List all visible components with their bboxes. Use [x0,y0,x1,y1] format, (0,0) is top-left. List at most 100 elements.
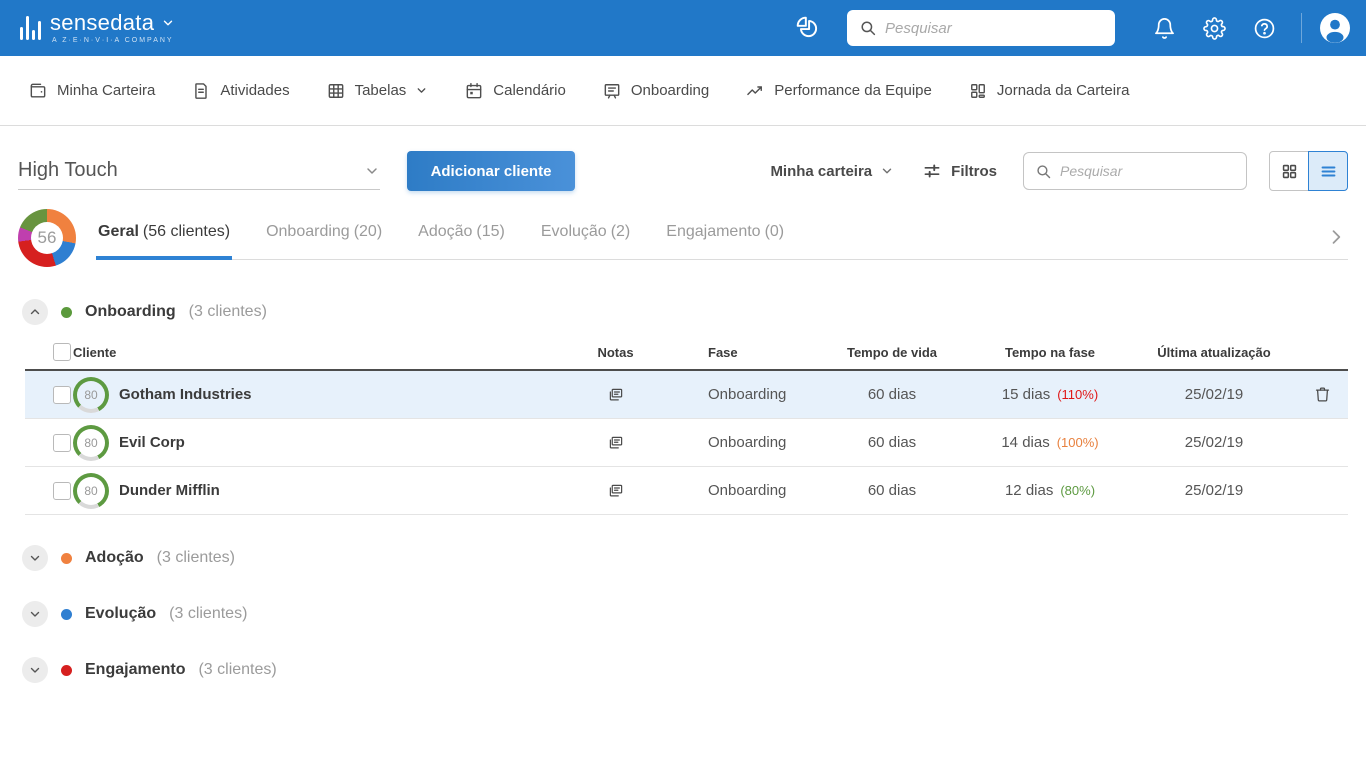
tab-geral[interactable]: Geral (56 clientes) [96,217,233,260]
donut-total: 56 [37,228,57,247]
table-row[interactable]: 80 Gotham Industries Onboarding 60 dias … [25,371,1348,419]
chevron-down-icon [417,88,426,93]
table-row[interactable]: 80 Dunder Mifflin Onboarding 60 dias 12 … [25,467,1348,515]
section-title: Onboarding [85,303,176,320]
header-ultima-atualizacao[interactable]: Última atualização [1144,345,1284,360]
select-all-checkbox[interactable] [53,343,71,361]
notifications-bell-icon[interactable] [1149,13,1179,43]
chevron-down-icon[interactable] [161,16,175,30]
nav-atividades[interactable]: Atividades [191,81,290,101]
help-icon[interactable] [1249,13,1279,43]
tabs-next-chevron[interactable] [1326,227,1348,259]
notes-icon [609,484,622,496]
header-cliente[interactable]: Cliente [73,345,573,360]
add-client-button[interactable]: Adicionar cliente [407,151,575,191]
nav-onboarding[interactable]: Onboarding [602,81,709,101]
calendar-icon [466,82,482,98]
document-icon [195,82,208,99]
row-checkbox[interactable] [53,481,71,500]
chevron-down-icon [882,168,892,174]
app-window: sensedata A Z·E·N·V·I·A COMPANY Pesquisa… [0,0,1366,768]
dashboard-pie-icon[interactable] [793,13,823,43]
tempo-na-fase-value: 15 dias [1001,386,1051,403]
client-search-input[interactable] [1060,163,1235,179]
notes-icon [609,436,622,448]
chevron-down-icon [30,555,40,561]
top-header: sensedata A Z·E·N·V·I·A COMPANY [0,0,1366,56]
segment-select[interactable]: High Touch [18,152,380,190]
nav-minha-carteira[interactable]: Minha Carteira [28,81,155,101]
tempo-na-fase-percent: (110%) [1057,387,1099,402]
notes-button[interactable] [605,384,627,406]
brand-logo[interactable]: sensedata A Z·E·N·V·I·A COMPANY [20,12,175,44]
row-checkbox[interactable] [53,433,71,452]
fase-value: Onboarding [708,386,787,403]
tab-onboarding[interactable]: Onboarding (20) [264,217,384,260]
fase-value: Onboarding [708,482,787,499]
ultima-atualizacao-value: 25/02/19 [1184,386,1244,403]
grid-view-button[interactable] [1269,151,1309,191]
table-header-row: Cliente Notas Fase Tempo de vida Tempo n… [25,335,1348,371]
search-icon [861,21,876,36]
tab-engajamento[interactable]: Engajamento (0) [664,217,786,260]
nav-jornada-da-carteira[interactable]: Jornada da Carteira [968,81,1129,101]
tempo-de-vida-value: 60 dias [867,386,917,403]
sensedata-bars-icon [20,14,41,40]
user-avatar[interactable] [1320,13,1350,43]
expand-section-button[interactable] [22,657,48,683]
collapse-section-button[interactable] [22,299,48,325]
ultima-atualizacao-value: 25/02/19 [1184,434,1244,451]
nav-performance-da-equipe[interactable]: Performance da Equipe [745,81,932,101]
nav-tabelas[interactable]: Tabelas [326,81,429,101]
client-name[interactable]: Dunder Mifflin [119,482,220,499]
grid-view-icon [1282,164,1296,178]
main-nav: Minha Carteira Atividades Tabelas Calend… [0,56,1366,126]
expand-section-button[interactable] [22,601,48,627]
fase-value: Onboarding [708,434,787,451]
portfolio-select-value: Minha carteira [770,162,873,180]
chevron-down-icon [30,611,40,617]
health-score-gauge: 80 [73,424,109,461]
header-tempo-de-vida[interactable]: Tempo de vida [828,345,956,360]
kanban-icon [970,83,985,98]
tabs-row: 56 Geral (56 clientes) Onboarding (20) Ado… [18,209,1348,267]
portfolio-donut-chart: 56 [18,209,76,267]
global-search[interactable] [847,10,1115,46]
client-name[interactable]: Gotham Industries [119,386,252,403]
header-notas[interactable]: Notas [573,345,658,360]
health-score: 80 [84,483,98,498]
list-view-button[interactable] [1308,151,1348,191]
nav-calendario[interactable]: Calendário [464,81,566,101]
client-name[interactable]: Evil Corp [119,434,185,451]
notes-button[interactable] [605,432,627,454]
tab-adocao[interactable]: Adoção (15) [416,217,507,260]
section-count: (3 clientes) [188,303,267,320]
client-search[interactable] [1023,152,1247,190]
header-fase[interactable]: Fase [658,345,828,360]
header-tempo-na-fase[interactable]: Tempo na fase [956,345,1144,360]
search-icon [1037,164,1051,178]
filters-button[interactable]: Filtros [922,161,997,181]
expand-section-button[interactable] [22,545,48,571]
notes-button[interactable] [605,480,627,502]
chevron-down-icon [367,167,377,174]
status-dot [61,306,72,318]
global-search-input[interactable] [885,19,1103,37]
tab-evolucao[interactable]: Evolução (2) [539,217,632,260]
chevron-down-icon [30,667,40,673]
nav-label: Performance da Equipe [774,82,932,99]
delete-button[interactable] [1311,383,1334,406]
tabs: Geral (56 clientes) Onboarding (20) Adoção… [96,217,1348,260]
view-toggle [1269,151,1348,191]
table-row[interactable]: 80 Evil Corp Onboarding 60 dias 14 dias … [25,419,1348,467]
nav-label: Tabelas [354,82,407,99]
row-checkbox[interactable] [53,385,71,404]
trash-icon [1315,387,1330,402]
portfolio-select[interactable]: Minha carteira [770,163,894,180]
section-title: Evolução [85,605,157,622]
trending-up-icon [747,85,763,95]
section-onboarding-header: Onboarding (3 clientes) [22,299,1348,325]
nav-label: Minha Carteira [57,82,156,99]
health-score: 80 [84,435,98,450]
settings-gear-icon[interactable] [1199,13,1229,43]
